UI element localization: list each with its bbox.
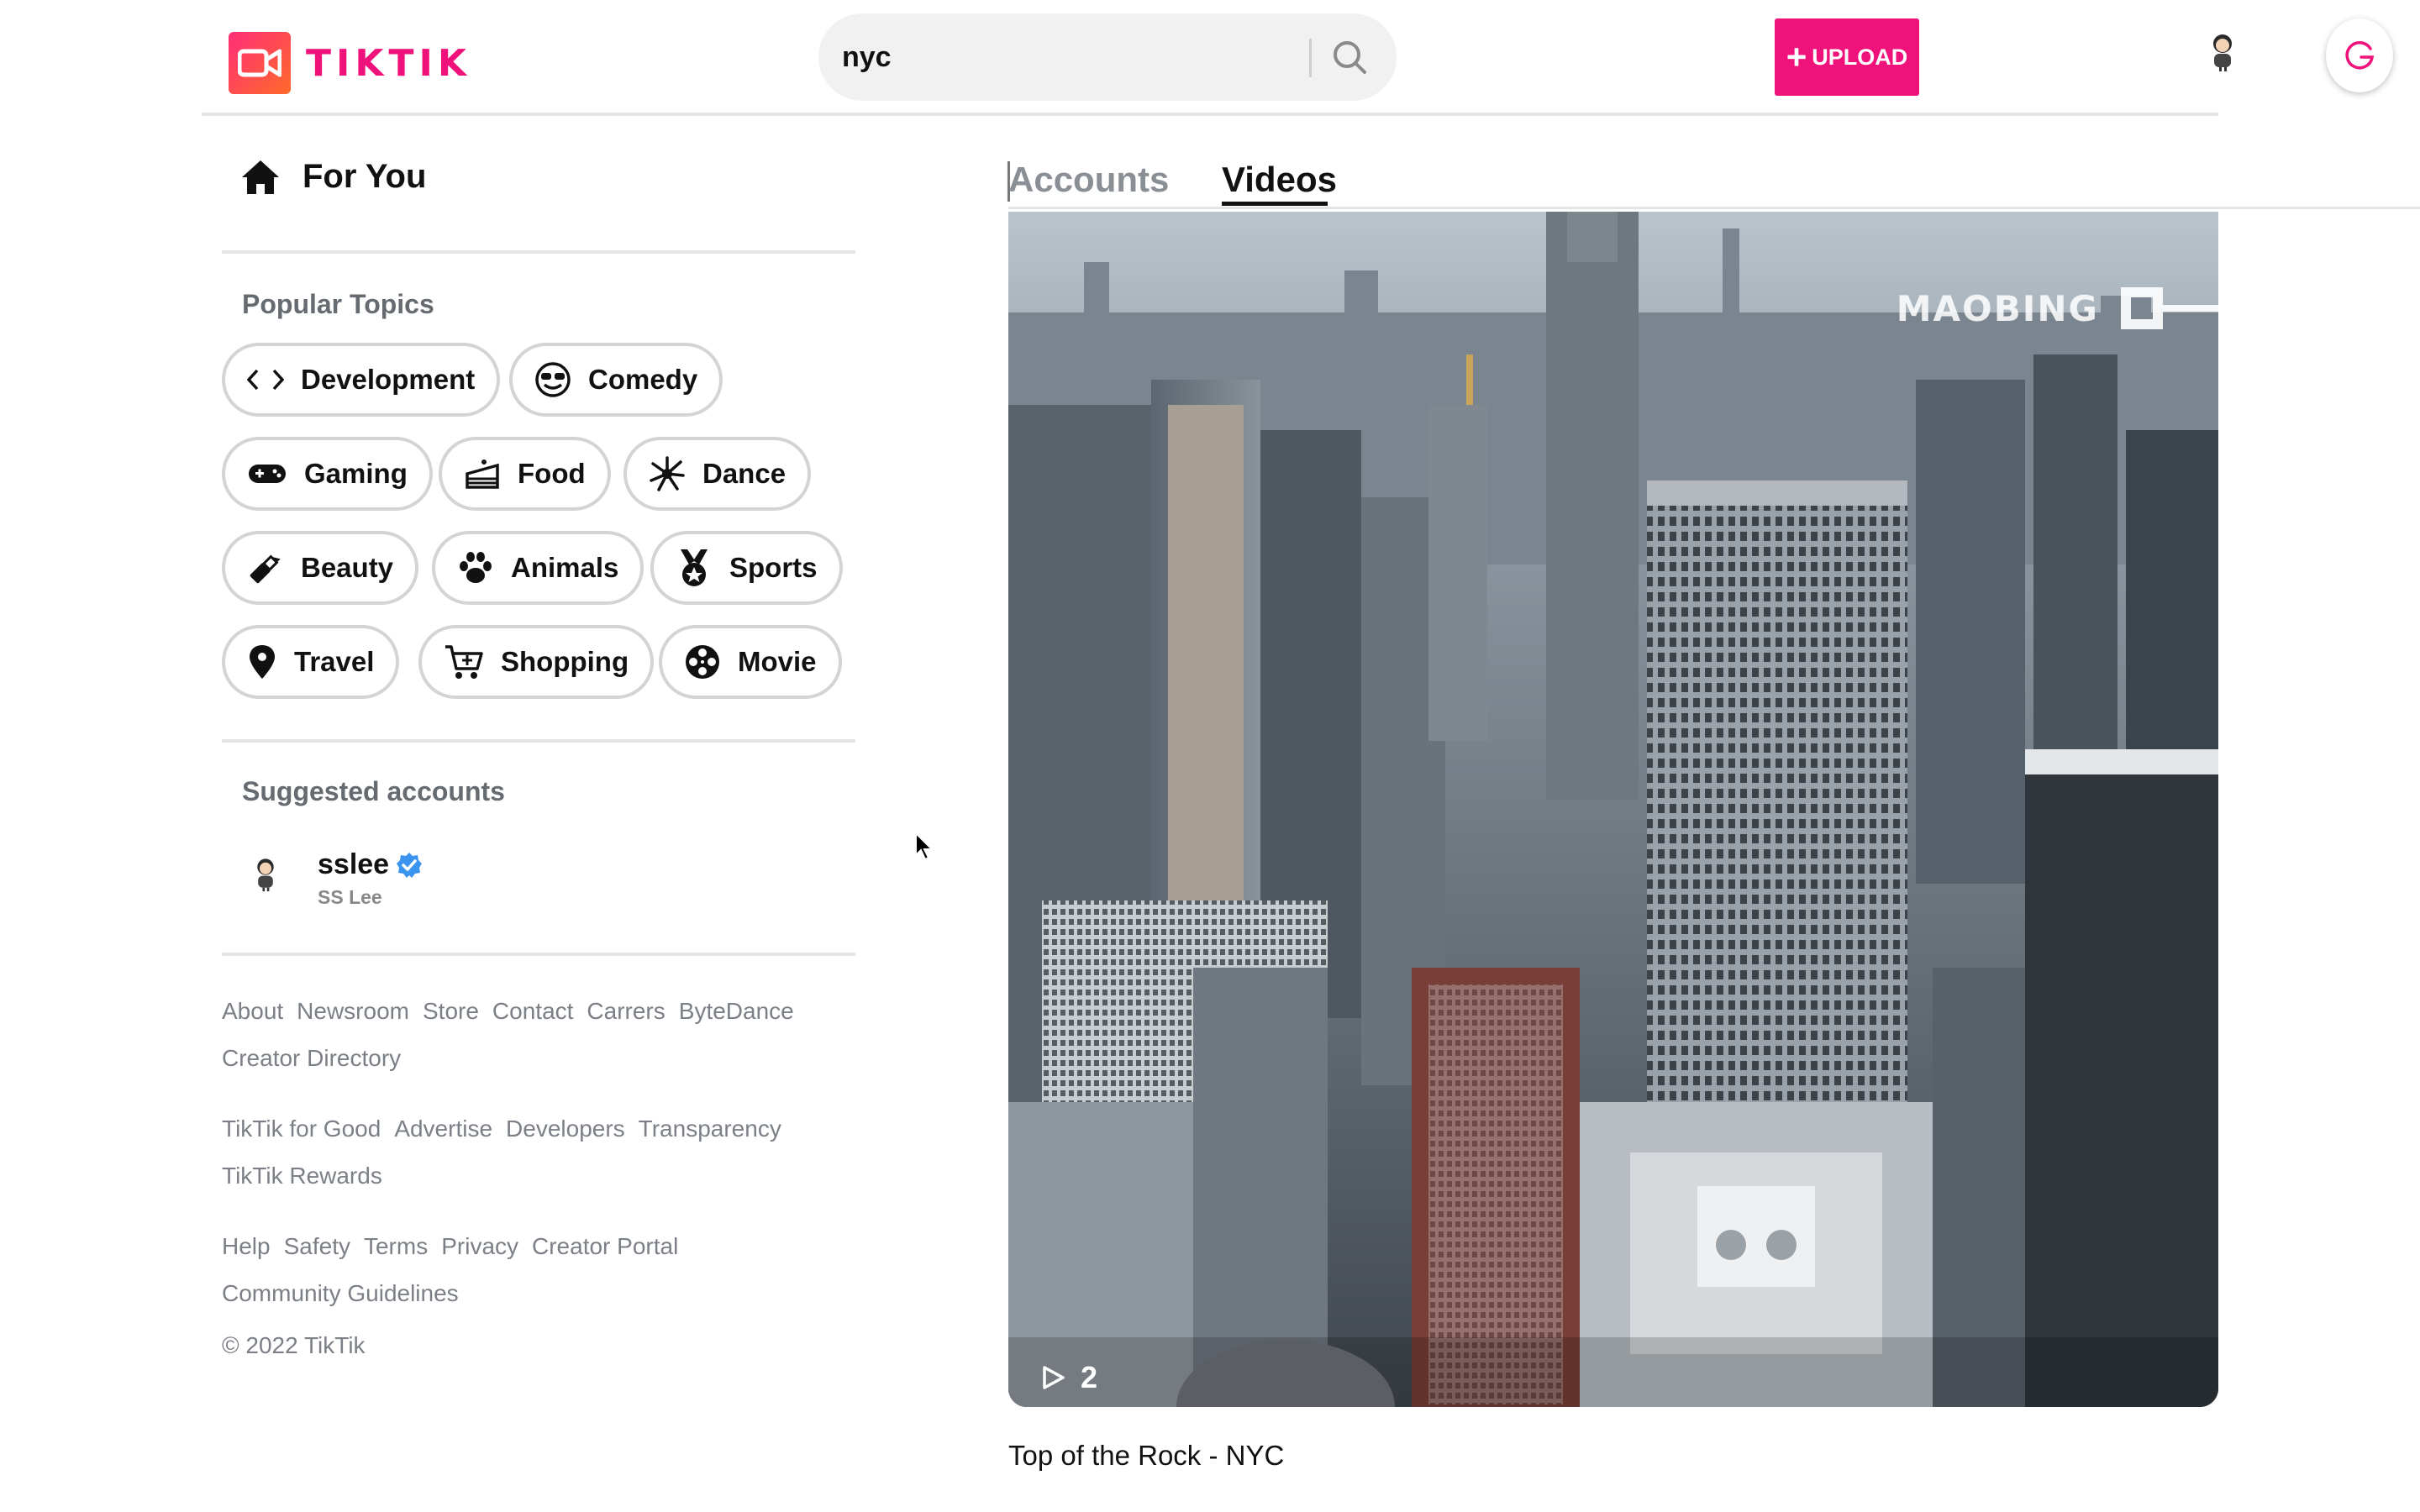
topic-chip-development[interactable]: Development xyxy=(222,343,501,417)
view-count: 2 xyxy=(1042,1360,1097,1395)
footer-link-transparency[interactable]: Transparency xyxy=(639,1116,781,1142)
watermark-text: MAOBING xyxy=(1896,287,2099,329)
active-tab-indicator xyxy=(1222,202,1328,206)
popular-topics-title: Popular Topics xyxy=(242,289,434,319)
for-you-label: For You xyxy=(302,158,427,195)
plus-icon: + xyxy=(1786,37,1807,76)
footer-link-about[interactable]: About xyxy=(222,998,283,1024)
sunglasses-face-icon xyxy=(535,362,571,397)
divider xyxy=(222,953,855,956)
topic-chip-sports[interactable]: Sports xyxy=(650,531,843,605)
lipstick-icon xyxy=(250,554,281,584)
topic-chip-shopping[interactable]: Shopping xyxy=(418,625,655,699)
footer-link-tiktik-for-good[interactable]: TikTik for Good xyxy=(222,1116,381,1142)
upload-button[interactable]: + UPLOAD xyxy=(1775,18,1919,96)
verified-badge-icon xyxy=(397,852,423,878)
topic-label: Sports xyxy=(729,552,818,583)
home-icon xyxy=(242,160,279,194)
account-avatar xyxy=(247,855,284,892)
copyright: © 2022 TikTik xyxy=(222,1332,366,1358)
google-logout-icon xyxy=(2345,41,2375,70)
footer-link-safety[interactable]: Safety xyxy=(284,1233,350,1259)
play-icon xyxy=(1043,1366,1065,1389)
footer-link-tiktik-rewards[interactable]: TikTik Rewards xyxy=(222,1163,382,1189)
search-icon xyxy=(1334,41,1366,74)
cake-icon xyxy=(466,459,499,489)
sparkle-burst-icon xyxy=(650,456,685,491)
suggested-account-item[interactable]: sslee SS Lee xyxy=(247,848,423,909)
suggested-accounts-title: Suggested accounts xyxy=(242,776,505,806)
search-input[interactable] xyxy=(818,13,1289,101)
upload-label: UPLOAD xyxy=(1812,44,1908,70)
account-display-name: SS Lee xyxy=(318,886,382,908)
footer-link-help[interactable]: Help xyxy=(222,1233,271,1259)
search-button[interactable] xyxy=(1323,30,1376,84)
account-username: sslee xyxy=(318,848,390,880)
divider xyxy=(222,250,855,254)
footer-links-group-1: About Newsroom Store Contact Carrers ByteDanc… xyxy=(222,988,860,1082)
search-bar xyxy=(818,13,1397,101)
logo[interactable]: TIKTIK xyxy=(229,32,471,94)
video-watermark: MAOBING xyxy=(1897,287,2218,329)
footer-link-developers[interactable]: Developers xyxy=(506,1116,625,1142)
footer-link-terms[interactable]: Terms xyxy=(364,1233,428,1259)
topic-label: Gaming xyxy=(304,458,408,489)
topic-label: Comedy xyxy=(588,364,698,395)
footer-link-creator-portal[interactable]: Creator Portal xyxy=(532,1233,678,1259)
watermark-bar xyxy=(2163,305,2218,312)
footer-link-community-guidelines[interactable]: Community Guidelines xyxy=(222,1280,459,1306)
footer-links-group-2: TikTik for Good Advertise Developers Transp… xyxy=(222,1105,860,1200)
logo-camera-icon xyxy=(229,32,291,94)
footer-link-bytedance[interactable]: ByteDance xyxy=(679,998,794,1024)
film-reel-icon xyxy=(686,645,719,679)
watermark-logo-icon xyxy=(2121,287,2163,329)
tabs-divider xyxy=(1008,207,2420,209)
topic-label: Shopping xyxy=(501,646,629,677)
location-pin-icon xyxy=(250,645,275,679)
topic-label: Beauty xyxy=(301,552,394,583)
search-divider xyxy=(1309,39,1312,77)
topic-chip-gaming[interactable]: Gaming xyxy=(222,437,433,511)
footer-link-carrers[interactable]: Carrers xyxy=(587,998,665,1024)
logout-button[interactable] xyxy=(2326,18,2393,92)
user-avatar[interactable] xyxy=(2202,30,2244,72)
footer-links-group-3: Help Safety Terms Privacy Creator Portal Comm… xyxy=(222,1223,860,1317)
top-navbar: TIKTIK + UPLOAD xyxy=(202,0,2393,116)
topic-chip-beauty[interactable]: Beauty xyxy=(222,531,419,605)
for-you-link[interactable]: For You xyxy=(240,158,426,196)
topic-label: Development xyxy=(301,364,476,395)
mouse-cursor-icon xyxy=(915,832,934,861)
gamepad-icon xyxy=(249,465,286,483)
topic-chip-movie[interactable]: Movie xyxy=(659,625,842,699)
tab-videos[interactable]: Videos xyxy=(1222,160,1337,200)
footer-link-advertise[interactable]: Advertise xyxy=(394,1116,492,1142)
topic-chip-travel[interactable]: Travel xyxy=(222,625,400,699)
medal-icon xyxy=(681,549,708,586)
footer-link-creator-directory[interactable]: Creator Directory xyxy=(222,1045,401,1071)
video-card[interactable]: MAOBING 2 xyxy=(1008,212,2218,1407)
topic-chip-food[interactable]: Food xyxy=(439,437,611,511)
footer-link-store[interactable]: Store xyxy=(423,998,479,1024)
footer-link-privacy[interactable]: Privacy xyxy=(441,1233,518,1259)
logo-text: TIKTIK xyxy=(306,41,471,85)
paw-icon xyxy=(460,552,492,583)
view-count-value: 2 xyxy=(1081,1360,1098,1394)
topic-label: Food xyxy=(518,458,586,489)
topic-label: Animals xyxy=(511,552,619,583)
video-caption[interactable]: Top of the Rock - NYC xyxy=(1008,1440,1284,1472)
topic-label: Travel xyxy=(294,646,375,677)
cart-icon xyxy=(445,645,483,679)
tab-accounts[interactable]: Accounts xyxy=(1008,160,1169,200)
code-icon xyxy=(247,369,284,391)
topic-chip-animals[interactable]: Animals xyxy=(432,531,644,605)
city-skyline-thumbnail xyxy=(1008,212,2218,1407)
footer-link-contact[interactable]: Contact xyxy=(492,998,574,1024)
topic-chip-dance[interactable]: Dance xyxy=(623,437,812,511)
footer-link-newsroom[interactable]: Newsroom xyxy=(297,998,409,1024)
topic-chip-comedy[interactable]: Comedy xyxy=(509,343,723,417)
topic-label: Dance xyxy=(702,458,786,489)
divider xyxy=(222,739,855,743)
topic-label: Movie xyxy=(738,646,817,677)
